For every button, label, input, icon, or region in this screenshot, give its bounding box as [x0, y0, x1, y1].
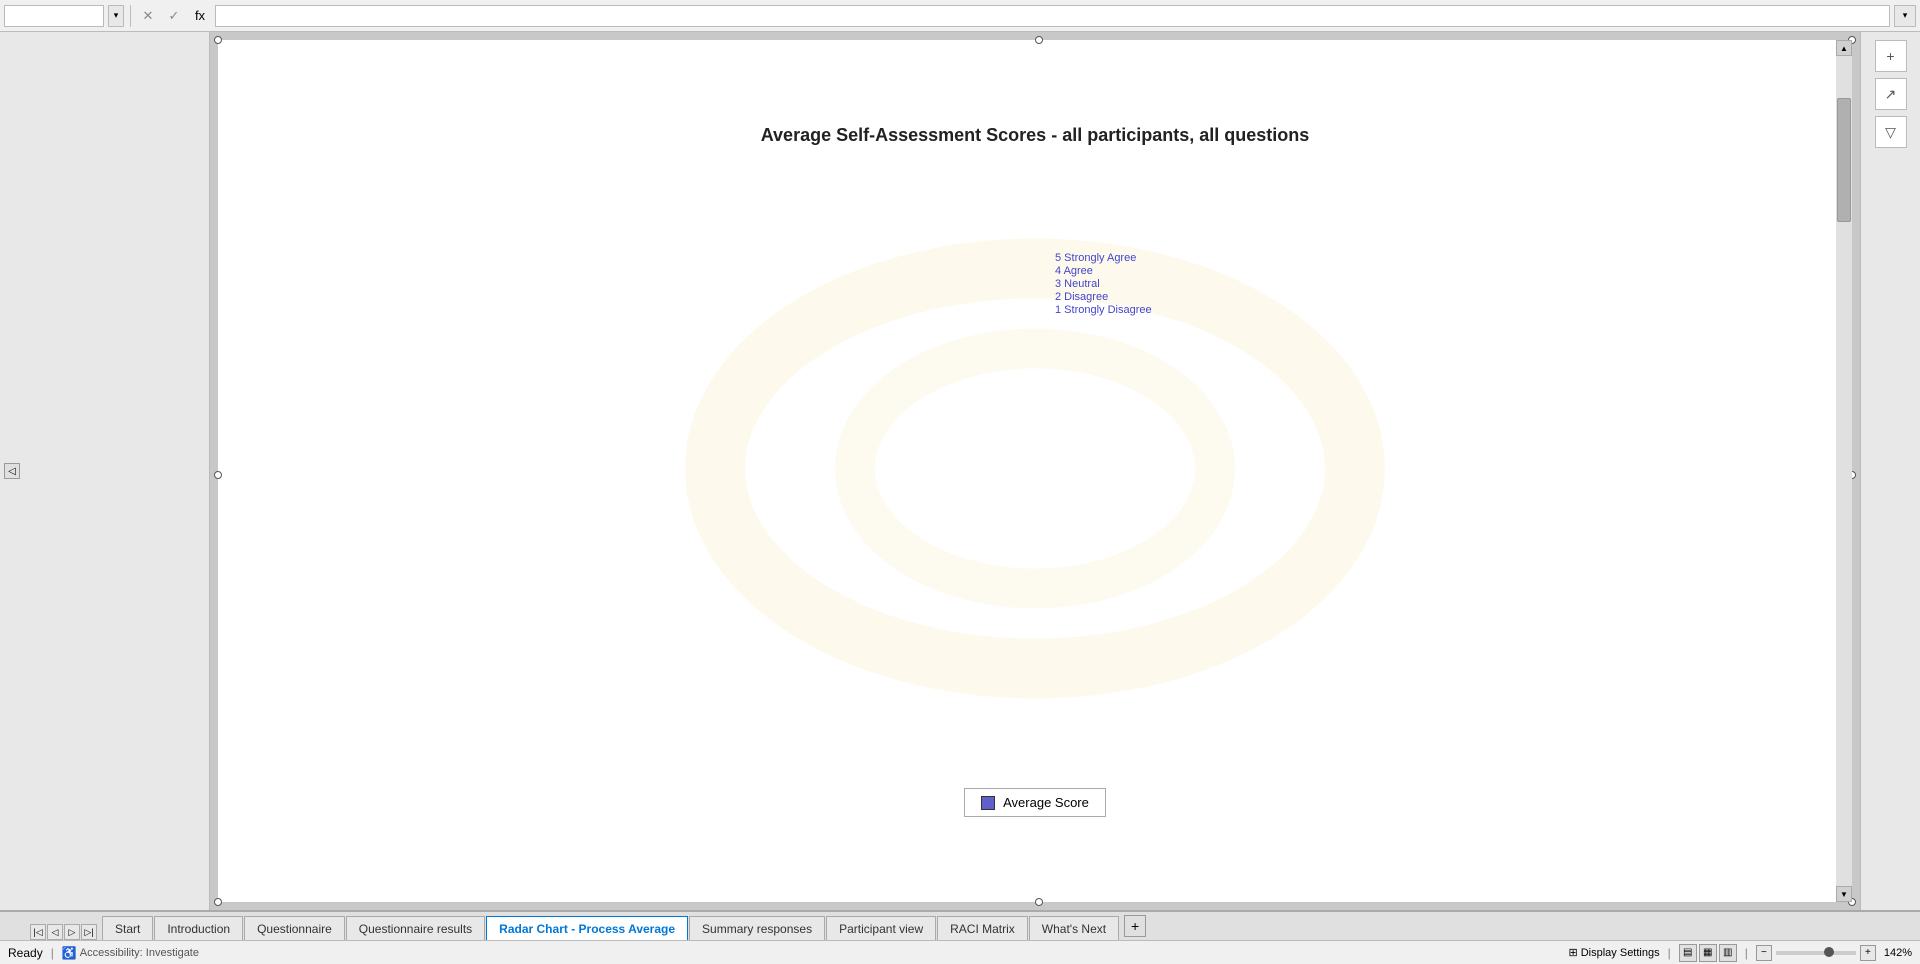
scale-label-3: 3 Neutral	[1055, 278, 1100, 290]
status-bar: Ready | ♿ Accessibility: Investigate ⊞ D…	[0, 940, 1920, 964]
tab-start-label: Start	[115, 922, 140, 936]
accessibility-label[interactable]: ♿ Accessibility: Investigate	[62, 946, 199, 960]
zoom-out-button[interactable]: −	[1756, 945, 1772, 961]
zoom-slider[interactable]	[1776, 951, 1856, 955]
v-scrollbar-up[interactable]: ▲	[1836, 40, 1852, 56]
legend-label: Average Score	[1003, 795, 1089, 810]
resize-handle-topleft[interactable]	[214, 36, 222, 44]
tab-questionnaire[interactable]: Questionnaire	[244, 916, 345, 940]
zoom-in-button[interactable]: +	[1860, 945, 1876, 961]
status-right: ⊞ Display Settings | ▤ ▦ ▥ | − + 142%	[1569, 944, 1912, 962]
display-settings-text: Display Settings	[1581, 947, 1660, 959]
tab-raci-matrix-label: RACI Matrix	[950, 922, 1015, 936]
formula-input[interactable]	[215, 5, 1890, 27]
tab-summary-responses[interactable]: Summary responses	[689, 916, 825, 940]
tab-questionnaire-results-label: Questionnaire results	[359, 922, 472, 936]
zoom-control: − + 142%	[1756, 945, 1912, 961]
legend-swatch	[981, 796, 995, 810]
tab-radar-chart[interactable]: Radar Chart - Process Average	[486, 916, 688, 940]
display-settings-icon: ⊞	[1569, 946, 1578, 959]
resize-handle-left[interactable]	[214, 471, 222, 479]
accessibility-icon: ♿	[62, 946, 77, 960]
tab-whats-next-label: What's Next	[1042, 922, 1106, 936]
page-layout-button[interactable]: ▦	[1699, 944, 1717, 962]
scale-label-5: 5 Strongly Agree	[1055, 252, 1136, 264]
v-scrollbar: ▲ ▼	[1836, 40, 1852, 902]
tab-nav-prev[interactable]: ◁	[47, 924, 63, 940]
page-break-button[interactable]: ▥	[1719, 944, 1737, 962]
status-left: Ready | ♿ Accessibility: Investigate	[8, 946, 1557, 960]
zoom-value[interactable]: 142%	[1884, 947, 1912, 959]
add-sheet-button[interactable]: +	[1124, 915, 1146, 937]
tab-nav-last[interactable]: ▷|	[81, 924, 97, 940]
tab-radar-chart-label: Radar Chart - Process Average	[499, 922, 675, 936]
chart-styles-button[interactable]: ↗	[1875, 78, 1907, 110]
tab-nav-first[interactable]: |◁	[30, 924, 46, 940]
radar-chart-svg: 5 Strongly Agree 4 Agree 3 Neutral 2 Dis…	[625, 156, 1445, 776]
formula-expand-button[interactable]: ▾	[1894, 5, 1916, 27]
accessibility-text: Accessibility: Investigate	[80, 947, 199, 959]
tab-whats-next[interactable]: What's Next	[1029, 916, 1119, 940]
resize-handle-top[interactable]	[1035, 36, 1043, 44]
name-box-dropdown[interactable]: ▾	[108, 5, 124, 27]
tab-introduction-label: Introduction	[167, 922, 230, 936]
chart-filters-button[interactable]: ▽	[1875, 116, 1907, 148]
chart-inner: Average Self-Assessment Scores - all par…	[625, 125, 1445, 817]
filter-icon: ▽	[1885, 124, 1896, 141]
tab-raci-matrix[interactable]: RACI Matrix	[937, 916, 1028, 940]
add-chart-element-button[interactable]: +	[1875, 40, 1907, 72]
ready-label: Ready	[8, 946, 43, 960]
formula-divider	[130, 5, 131, 27]
left-panel: ◁	[0, 32, 210, 910]
tab-participant-view[interactable]: Participant view	[826, 916, 936, 940]
zoom-thumb	[1824, 947, 1834, 957]
plus-icon: +	[1886, 48, 1894, 64]
tab-summary-responses-label: Summary responses	[702, 922, 812, 936]
tab-questionnaire-results[interactable]: Questionnaire results	[346, 916, 485, 940]
chart-container: Average Self-Assessment Scores - all par…	[218, 40, 1852, 902]
chart-title: Average Self-Assessment Scores - all par…	[761, 125, 1310, 146]
scroll-left-button[interactable]: ◁	[4, 463, 20, 479]
chart-legend: Average Score	[964, 788, 1106, 817]
resize-handle-bottom[interactable]	[1035, 898, 1043, 906]
formula-bar: ▾ ✕ ✓ fx ▾	[0, 0, 1920, 32]
tab-questionnaire-label: Questionnaire	[257, 922, 332, 936]
display-settings-label[interactable]: ⊞ Display Settings	[1569, 946, 1660, 959]
tab-nav-next[interactable]: ▷	[64, 924, 80, 940]
v-scrollbar-thumb[interactable]	[1837, 98, 1851, 223]
scale-label-1: 1 Strongly Disagree	[1055, 304, 1152, 316]
tab-introduction[interactable]: Introduction	[154, 916, 243, 940]
tab-participant-view-label: Participant view	[839, 922, 923, 936]
v-scrollbar-down[interactable]: ▼	[1836, 886, 1852, 902]
scale-label-2: 2 Disagree	[1055, 291, 1108, 303]
name-box[interactable]	[4, 5, 104, 27]
right-panel: + ↗ ▽	[1860, 32, 1920, 910]
tab-start[interactable]: Start	[102, 916, 153, 940]
fx-button[interactable]: fx	[189, 5, 211, 27]
v-scrollbar-track	[1836, 56, 1852, 886]
tabs-bar: |◁ ◁ ▷ ▷| Start Introduction Questionnai…	[0, 910, 1920, 940]
normal-view-button[interactable]: ▤	[1679, 944, 1697, 962]
view-buttons: ▤ ▦ ▥	[1679, 944, 1737, 962]
confirm-button[interactable]: ✓	[163, 5, 185, 27]
scale-label-4: 4 Agree	[1055, 265, 1093, 277]
resize-handle-bottomleft[interactable]	[214, 898, 222, 906]
arrow-icon: ↗	[1885, 86, 1897, 103]
main-area: ◁ Average Self-Assessment Scores - all p…	[0, 32, 1920, 910]
cancel-button[interactable]: ✕	[137, 5, 159, 27]
